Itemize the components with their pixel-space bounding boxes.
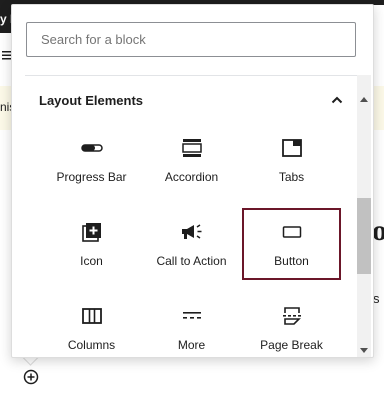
block-tabs[interactable]: Tabs bbox=[242, 124, 341, 196]
plus-circle-icon bbox=[23, 369, 39, 385]
block-more[interactable]: More bbox=[142, 292, 241, 357]
block-label: Tabs bbox=[278, 170, 305, 184]
button-icon bbox=[280, 220, 304, 244]
block-list-scrollbar[interactable] bbox=[357, 75, 371, 357]
accordion-icon bbox=[180, 136, 204, 160]
search-container bbox=[26, 22, 356, 57]
block-button[interactable]: Button bbox=[242, 208, 341, 280]
block-inserter-toggle[interactable] bbox=[22, 368, 40, 386]
block-list: Layout Elements Progress Bar Accordion T… bbox=[25, 75, 357, 357]
block-search-input[interactable] bbox=[26, 22, 356, 57]
block-page-break[interactable]: Page Break bbox=[242, 292, 341, 357]
tabs-icon bbox=[280, 136, 304, 160]
block-label: More bbox=[177, 338, 206, 352]
section-title: Layout Elements bbox=[39, 92, 144, 108]
block-label: Progress Bar bbox=[56, 170, 127, 184]
megaphone-icon bbox=[180, 220, 204, 244]
block-progress-bar[interactable]: Progress Bar bbox=[42, 124, 141, 196]
block-inserter-popover: Layout Elements Progress Bar bbox=[11, 4, 374, 358]
block-label: Accordion bbox=[164, 170, 219, 184]
page-break-icon bbox=[280, 304, 304, 328]
scroll-up-icon[interactable] bbox=[360, 97, 368, 102]
scrollbar-thumb[interactable] bbox=[357, 198, 371, 274]
block-columns[interactable]: Columns bbox=[42, 292, 141, 357]
chevron-up-icon bbox=[331, 96, 343, 104]
scroll-down-icon[interactable] bbox=[360, 348, 368, 353]
block-label: Page Break bbox=[260, 338, 323, 352]
block-call-to-action[interactable]: Call to Action bbox=[142, 208, 241, 280]
block-accordion[interactable]: Accordion bbox=[142, 124, 241, 196]
block-label: Icon bbox=[80, 254, 103, 268]
block-label: Call to Action bbox=[156, 254, 227, 268]
block-grid: Progress Bar Accordion Tabs Icon Call to… bbox=[25, 124, 357, 357]
block-icon-block[interactable]: Icon bbox=[42, 208, 141, 280]
columns-icon bbox=[80, 304, 104, 328]
more-icon bbox=[180, 304, 204, 328]
progress-bar-icon bbox=[80, 136, 104, 160]
block-label: Columns bbox=[67, 338, 116, 352]
icon-block-icon bbox=[80, 220, 104, 244]
block-label: Button bbox=[274, 254, 309, 268]
section-toggle-layout-elements[interactable]: Layout Elements bbox=[25, 76, 357, 124]
